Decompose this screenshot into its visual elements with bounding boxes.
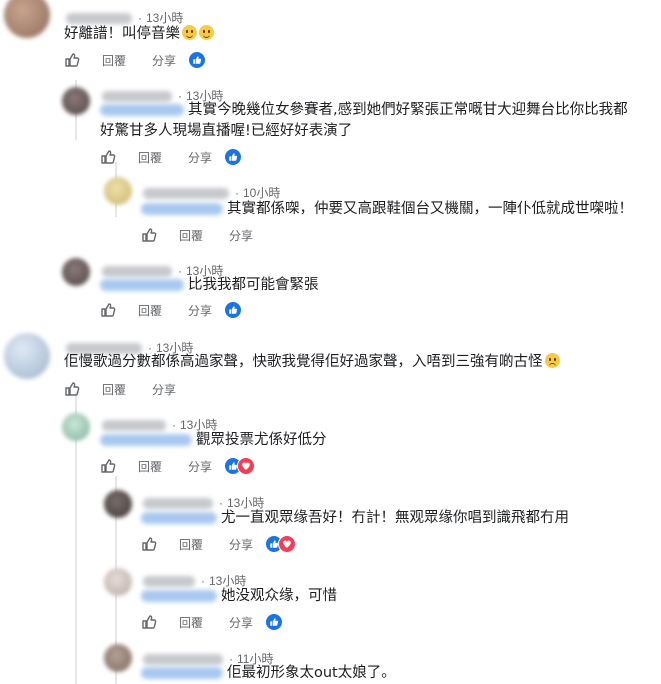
like-button[interactable] bbox=[100, 302, 116, 318]
share-button[interactable]: 分享 bbox=[229, 227, 253, 244]
share-button[interactable]: 分享 bbox=[188, 302, 212, 319]
reply-button[interactable]: 回覆 bbox=[138, 149, 162, 166]
comment-text: 比我我都可能會緊張 bbox=[100, 275, 319, 296]
comment-text: 其實今晚幾位女參賽者,感到她們好緊張正常嘅甘大迎舞台比你比我都 好驚甘多人現場直… bbox=[100, 102, 628, 139]
avatar[interactable] bbox=[104, 568, 132, 596]
reply-button[interactable]: 回覆 bbox=[102, 52, 126, 69]
comment-meta: · 13小時 bbox=[102, 87, 223, 103]
smirk-emoji-icon bbox=[182, 25, 197, 40]
reaction-summary[interactable] bbox=[224, 457, 256, 475]
reply-button[interactable]: 回覆 bbox=[138, 458, 162, 475]
thumbs-up-outline-icon bbox=[65, 382, 80, 396]
comment-text: 好離譜！叫停音樂 bbox=[64, 24, 214, 45]
comment-meta: · 13小時 bbox=[66, 9, 183, 25]
reply-button[interactable]: 回覆 bbox=[179, 536, 203, 553]
comment-meta: · 10小時 bbox=[143, 184, 280, 200]
thumbs-up-outline-icon bbox=[101, 150, 116, 164]
comment-actions: 回覆 分享 bbox=[141, 612, 284, 632]
author-name[interactable] bbox=[66, 13, 132, 25]
thumbs-up-outline-icon bbox=[142, 615, 157, 629]
reaction-summary[interactable] bbox=[188, 51, 207, 69]
mention-tag[interactable] bbox=[141, 203, 223, 215]
comment-actions: 回覆 分享 bbox=[64, 379, 176, 399]
reply-button[interactable]: 回覆 bbox=[179, 614, 203, 631]
share-button[interactable]: 分享 bbox=[152, 52, 176, 69]
comment-text: 觀眾投票尤係好低分 bbox=[100, 430, 327, 451]
smirk-emoji-icon bbox=[199, 25, 214, 40]
reply-button[interactable]: 回覆 bbox=[102, 381, 126, 398]
comment-text: 尤一直观眾缘吾好！冇計！無观眾缘你唱到識飛都冇用 bbox=[141, 508, 569, 529]
like-button[interactable] bbox=[100, 458, 116, 474]
thumbs-up-outline-icon bbox=[142, 228, 157, 242]
comment-text: 佢最初形象太out太娘了。 bbox=[141, 663, 396, 684]
like-button[interactable] bbox=[141, 536, 157, 552]
thumbs-up-outline-icon bbox=[101, 303, 116, 317]
reply-button[interactable]: 回覆 bbox=[138, 302, 162, 319]
comment-text: 其實都係㗎，仲要又高跟鞋個台又機關，一陣仆低就成世㗎啦！ bbox=[141, 199, 633, 220]
timestamp[interactable]: 13小時 bbox=[146, 11, 183, 25]
comment-actions: 回覆 分享 bbox=[100, 300, 243, 320]
reaction-summary[interactable] bbox=[265, 535, 297, 553]
avatar[interactable] bbox=[4, 333, 50, 379]
comment-meta: · 11小時 bbox=[143, 650, 273, 666]
comment-actions: 回覆 分享 bbox=[64, 50, 207, 70]
comment-meta: · 13小時 bbox=[143, 494, 264, 510]
comment-meta: · 13小時 bbox=[66, 339, 193, 355]
avatar[interactable] bbox=[104, 490, 132, 518]
reaction-summary[interactable] bbox=[224, 148, 243, 166]
like-button[interactable] bbox=[141, 614, 157, 630]
like-reaction-icon bbox=[188, 51, 207, 69]
avatar[interactable] bbox=[62, 258, 90, 286]
mention-tag[interactable] bbox=[141, 590, 217, 602]
comment-meta: · 13小時 bbox=[102, 416, 217, 432]
avatar[interactable] bbox=[62, 87, 90, 115]
thumbs-up-outline-icon bbox=[101, 459, 116, 473]
author-name[interactable] bbox=[143, 188, 229, 200]
share-button[interactable]: 分享 bbox=[188, 458, 212, 475]
like-button[interactable] bbox=[64, 52, 80, 68]
avatar[interactable] bbox=[104, 644, 132, 672]
love-reaction-icon bbox=[237, 457, 256, 475]
reaction-summary[interactable] bbox=[265, 613, 284, 631]
like-button[interactable] bbox=[141, 227, 157, 243]
thumbs-up-outline-icon bbox=[142, 537, 157, 551]
comment-text: 佢慢歌過分數都係高過家聲，快歌我覺得佢好過家聲，入唔到三強有啲古怪 bbox=[64, 352, 560, 373]
like-reaction-icon bbox=[224, 148, 243, 166]
comment-actions: 回覆 分享 bbox=[100, 147, 243, 167]
avatar[interactable] bbox=[4, 0, 50, 38]
love-reaction-icon bbox=[278, 535, 297, 553]
worried-emoji-icon bbox=[544, 353, 560, 368]
share-button[interactable]: 分享 bbox=[152, 381, 176, 398]
like-button[interactable] bbox=[100, 149, 116, 165]
reaction-summary[interactable] bbox=[224, 301, 243, 319]
comment-meta: · 13小時 bbox=[102, 262, 223, 278]
like-reaction-icon bbox=[265, 613, 284, 631]
share-button[interactable]: 分享 bbox=[229, 536, 253, 553]
mention-tag[interactable] bbox=[100, 434, 192, 446]
mention-tag[interactable] bbox=[100, 104, 184, 116]
like-reaction-icon bbox=[224, 301, 243, 319]
comment-text: 她没观众缘，可惜 bbox=[141, 586, 337, 607]
comment-actions: 回覆 分享 bbox=[141, 534, 297, 554]
timestamp[interactable]: 10小時 bbox=[243, 186, 280, 200]
avatar[interactable] bbox=[104, 177, 132, 205]
comment-meta: · 13小時 bbox=[143, 572, 246, 588]
mention-tag[interactable] bbox=[100, 279, 184, 291]
share-button[interactable]: 分享 bbox=[229, 614, 253, 631]
share-button[interactable]: 分享 bbox=[188, 149, 212, 166]
reply-button[interactable]: 回覆 bbox=[179, 227, 203, 244]
avatar[interactable] bbox=[62, 413, 90, 441]
comment-actions: 回覆 分享 bbox=[100, 456, 256, 476]
mention-tag[interactable] bbox=[141, 512, 217, 524]
mention-tag[interactable] bbox=[141, 667, 223, 679]
like-button[interactable] bbox=[64, 381, 80, 397]
thumbs-up-outline-icon bbox=[65, 53, 80, 67]
comment-actions: 回覆 分享 bbox=[141, 225, 253, 245]
